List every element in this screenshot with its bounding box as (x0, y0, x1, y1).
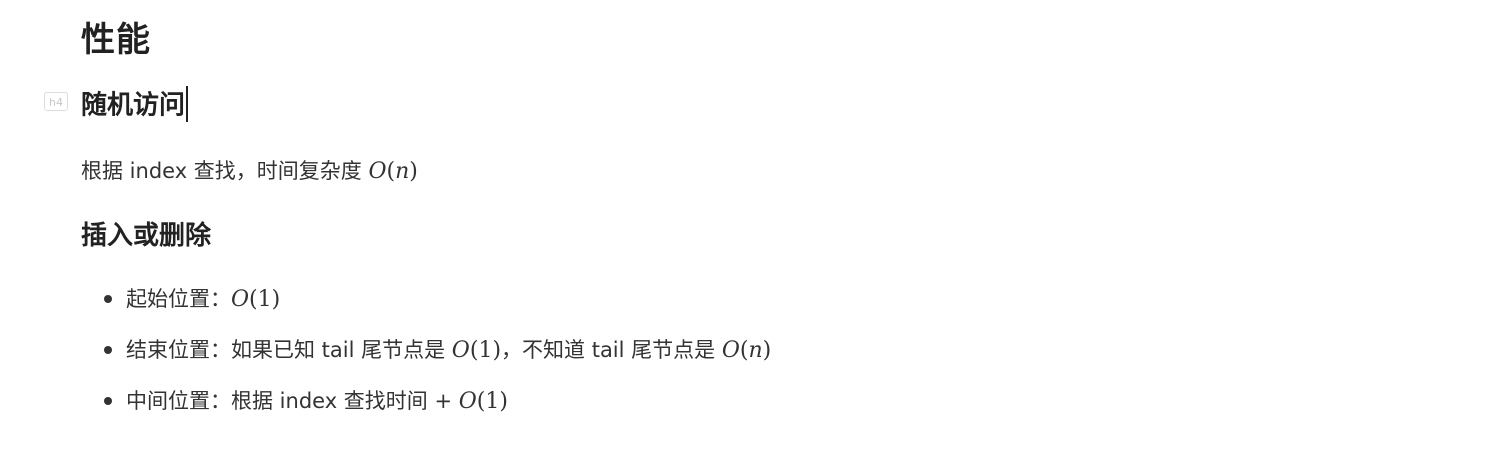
list-item-mid: ，不知道 tail 尾节点是 (501, 338, 722, 362)
list-item-math: O(1) (451, 338, 502, 363)
random-access-complexity: O(n) (368, 159, 418, 184)
section-title: 性能 (81, 20, 151, 60)
text-caret (186, 86, 189, 122)
bullet-icon (104, 346, 112, 354)
random-access-desc-text: 根据 index 查找，时间复杂度 (81, 159, 369, 183)
list-item: 结束位置：如果已知 tail 尾节点是 O(1)，不知道 tail 尾节点是 O… (104, 333, 771, 384)
list-item: 起始位置：O(1) (104, 282, 771, 333)
bullet-icon (104, 295, 112, 303)
list-item: 中间位置：根据 index 查找时间 + O(1) (104, 384, 771, 435)
heading-insert-delete: 插入或删除 (81, 221, 212, 251)
bullet-icon (104, 397, 112, 405)
random-access-description: 根据 index 查找，时间复杂度 O(n) (81, 154, 418, 189)
list-item-math-2: O(n) (721, 338, 772, 363)
list-item-label: 中间位置：根据 index 查找时间 + (126, 389, 459, 413)
heading-level-badge[interactable]: h4 (44, 92, 68, 111)
list-item-math: O(1) (458, 389, 508, 414)
heading-random-access[interactable]: 随机访问 (81, 86, 189, 124)
list-item-math: O(1) (231, 287, 281, 312)
list-item-label: 结束位置：如果已知 tail 尾节点是 (126, 338, 452, 362)
list-item-label: 起始位置： (126, 287, 231, 311)
insert-delete-list: 起始位置：O(1) 结束位置：如果已知 tail 尾节点是 O(1)，不知道 t… (104, 282, 771, 435)
heading-random-access-text: 随机访问 (81, 90, 186, 121)
